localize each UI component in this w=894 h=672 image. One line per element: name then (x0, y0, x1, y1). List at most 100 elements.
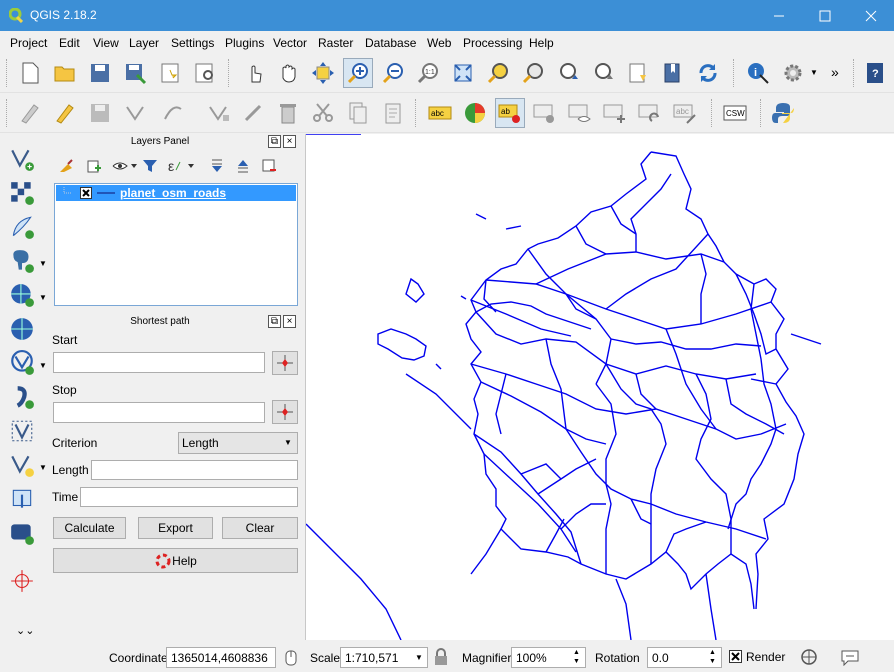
show-hide-labels-button[interactable] (565, 98, 595, 128)
bookmark-button[interactable] (658, 58, 688, 88)
add-vector-layer-button[interactable] (6, 144, 38, 174)
expand-toolbar-icon[interactable]: ⌄⌄ (16, 624, 34, 637)
new-print-composer-button[interactable] (155, 58, 185, 88)
add-wms-layer-button[interactable] (6, 280, 38, 310)
capture-stop-point-button[interactable] (272, 400, 298, 424)
layer-styling-button[interactable] (58, 158, 74, 174)
filter-by-expression-button[interactable]: ε (166, 158, 198, 174)
add-raster-layer-button[interactable] (6, 178, 38, 208)
menu-view[interactable]: View (93, 36, 119, 50)
clear-button[interactable]: Clear (222, 517, 298, 539)
menu-web[interactable]: Web (427, 36, 451, 50)
expand-all-button[interactable] (209, 158, 225, 174)
minimize-button[interactable] (756, 0, 802, 31)
add-wcs-layer-button[interactable] (6, 314, 38, 344)
delete-selected-button[interactable] (238, 98, 268, 128)
time-output[interactable] (80, 487, 298, 507)
add-gps-layer-button[interactable] (6, 566, 38, 596)
export-button[interactable]: Export (138, 517, 213, 539)
remove-layer-button[interactable] (261, 158, 277, 174)
move-label-button[interactable] (600, 98, 630, 128)
start-point-input[interactable] (53, 352, 265, 373)
menu-processing[interactable]: Processing (463, 36, 522, 50)
menu-edit[interactable]: Edit (59, 36, 80, 50)
chevron-down-icon[interactable]: ▼ (810, 68, 818, 77)
pan-to-selection-button[interactable] (308, 58, 338, 88)
new-project-button[interactable] (15, 58, 45, 88)
menu-help[interactable]: Help (529, 36, 554, 50)
zoom-to-selection-button[interactable] (483, 58, 513, 88)
toggle-extents-button[interactable] (282, 649, 300, 667)
help-contents-button[interactable]: ? (860, 58, 890, 88)
zoom-native-button[interactable]: 1:1 (413, 58, 443, 88)
spin-arrows-icon[interactable]: ▲ ▼ (573, 648, 580, 666)
rotate-label-button[interactable] (635, 98, 665, 128)
zoom-last-button[interactable] (553, 58, 583, 88)
new-shapefile-layer-button[interactable] (6, 450, 38, 480)
save-project-button[interactable] (85, 58, 115, 88)
menu-vector[interactable]: Vector (273, 36, 307, 50)
spin-arrows-icon[interactable]: ▲ ▼ (709, 648, 716, 666)
highlight-pinned-labels-button[interactable] (530, 98, 560, 128)
touch-zoom-pan-button[interactable] (240, 58, 270, 88)
chevron-down-icon[interactable]: ▼ (39, 259, 47, 268)
calculate-button[interactable]: Calculate (53, 517, 126, 539)
run-feature-action-button[interactable] (778, 58, 808, 88)
more-tools-button[interactable]: » (831, 64, 839, 80)
chevron-down-icon[interactable]: ▼ (39, 463, 47, 472)
add-mssql-layer-button[interactable] (6, 518, 38, 548)
copy-features-button[interactable] (343, 98, 373, 128)
map-canvas[interactable] (305, 133, 894, 641)
menu-layer[interactable]: Layer (129, 36, 159, 50)
save-as-button[interactable] (120, 58, 150, 88)
length-output[interactable] (91, 460, 298, 480)
coordinate-field[interactable]: 1365014,4608836 (166, 647, 276, 668)
messages-button[interactable] (840, 648, 860, 667)
new-map-view-button[interactable] (623, 58, 653, 88)
float-panel-button[interactable]: ⧉ (268, 315, 281, 328)
help-button[interactable]: Help (53, 548, 298, 573)
move-feature-button[interactable] (158, 98, 188, 128)
crs-status-button[interactable] (800, 648, 818, 666)
current-edits-button[interactable] (15, 98, 45, 128)
zoom-to-layer-button[interactable] (518, 58, 548, 88)
close-panel-button[interactable]: × (283, 135, 296, 148)
float-panel-button[interactable]: ⧉ (268, 135, 281, 148)
zoom-full-button[interactable] (448, 58, 478, 88)
pan-map-button[interactable] (274, 58, 304, 88)
close-button[interactable] (848, 0, 894, 31)
criterion-select[interactable]: Length ▼ (178, 432, 298, 454)
paste-features-button[interactable] (378, 98, 408, 128)
layers-tree[interactable]: planet_osm_roads (54, 183, 298, 306)
layer-labeling-button[interactable]: abc (425, 98, 455, 128)
menu-raster[interactable]: Raster (318, 36, 353, 50)
python-console-button[interactable] (768, 98, 798, 128)
add-group-button[interactable] (86, 158, 102, 174)
manage-map-themes-button[interactable] (112, 158, 138, 174)
menu-settings[interactable]: Settings (171, 36, 214, 50)
chevron-down-icon[interactable]: ▼ (39, 293, 47, 302)
render-checkbox[interactable] (729, 650, 742, 663)
add-delimited-text-button[interactable] (6, 382, 38, 412)
change-label-button[interactable]: abc (670, 98, 700, 128)
layer-row[interactable]: planet_osm_roads (56, 185, 296, 201)
maximize-button[interactable] (802, 0, 848, 31)
layer-visibility-checkbox[interactable] (80, 187, 92, 199)
close-panel-button[interactable]: × (283, 315, 296, 328)
layer-styling-button[interactable] (460, 98, 490, 128)
menu-database[interactable]: Database (365, 36, 416, 50)
add-feature-button[interactable] (120, 98, 150, 128)
magnifier-spinbox[interactable]: 100% ▲ ▼ (511, 647, 586, 668)
zoom-out-button[interactable] (378, 58, 408, 88)
add-wfs-layer-button[interactable] (6, 348, 38, 378)
capture-start-point-button[interactable] (272, 351, 298, 375)
cut-features-button[interactable] (308, 98, 338, 128)
metasearch-button[interactable]: CSW (720, 98, 750, 128)
pin-labels-button[interactable]: ab (495, 98, 525, 128)
menu-project[interactable]: Project (10, 36, 47, 50)
collapse-all-button[interactable] (235, 158, 251, 174)
add-postgis-layer-button[interactable] (6, 246, 38, 276)
lock-scale-button[interactable] (433, 648, 449, 666)
refresh-button[interactable] (693, 58, 723, 88)
add-virtual-layer-button[interactable] (6, 416, 38, 446)
